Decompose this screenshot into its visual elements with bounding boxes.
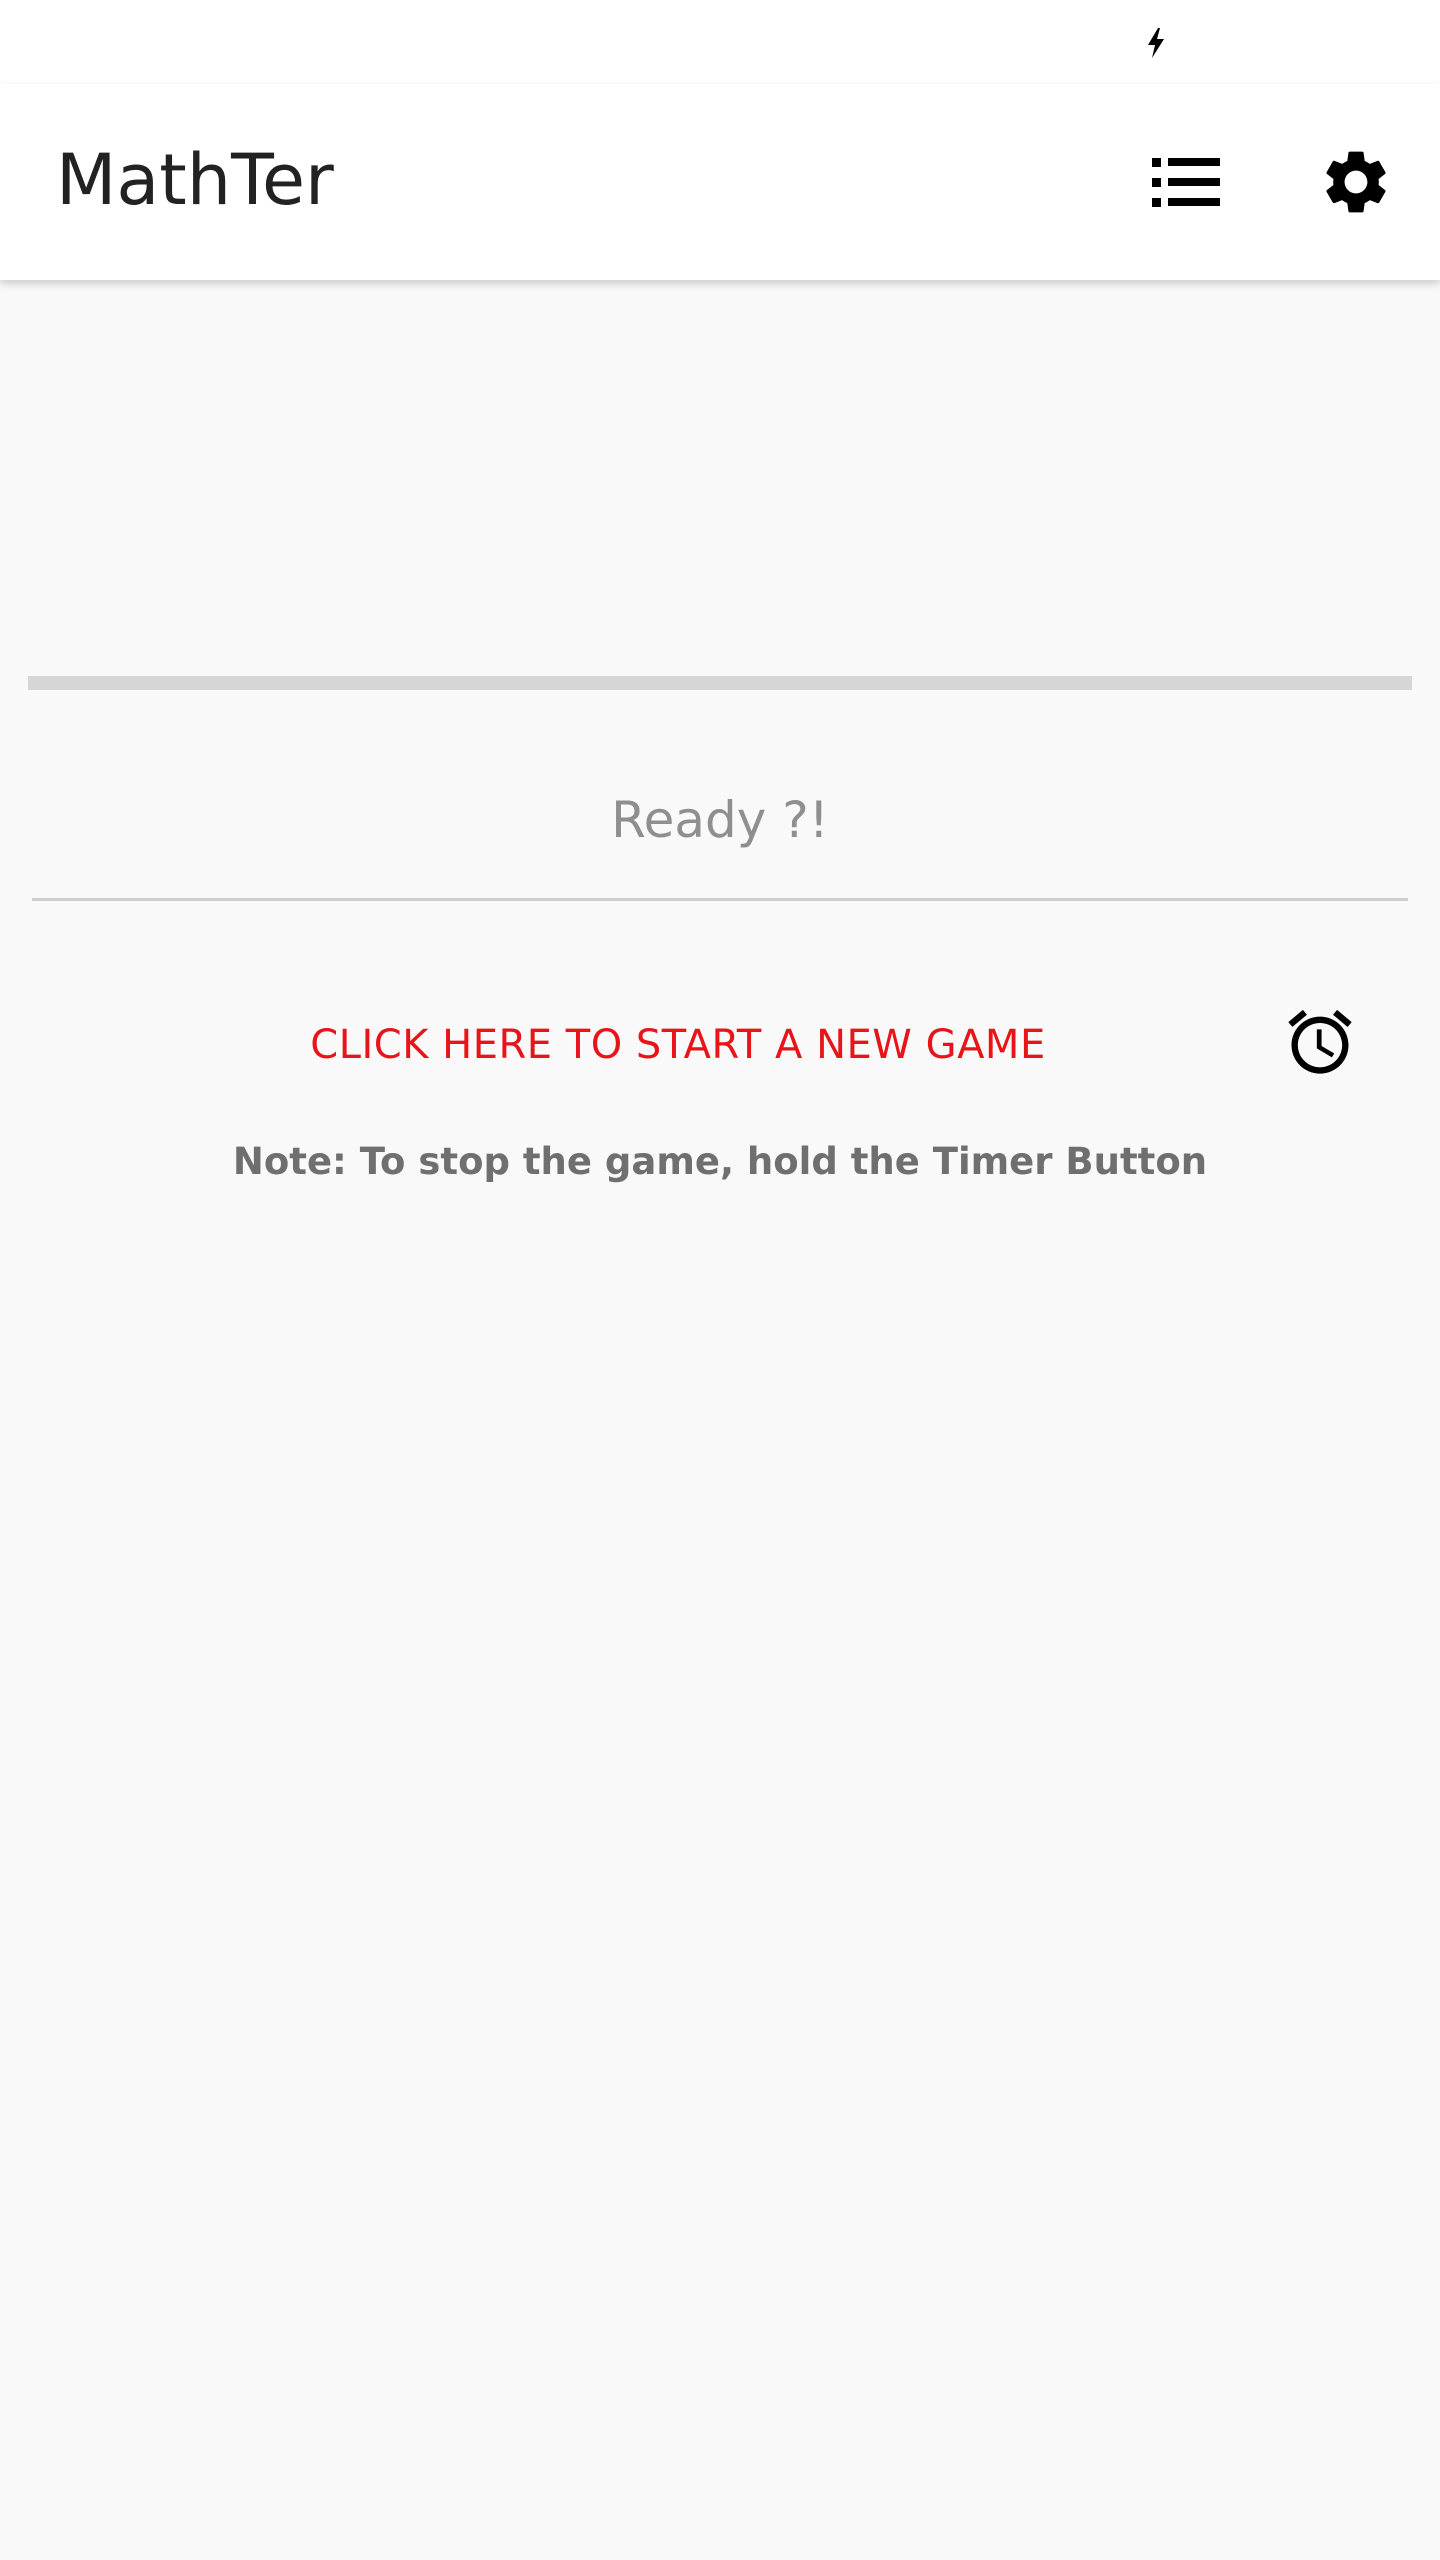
start-game-button[interactable]: CLICK HERE TO START A NEW GAME [120,990,1236,1100]
question-display: Ready ?! [611,791,829,849]
game-progress-bar [28,676,1412,690]
settings-button[interactable] [1300,126,1412,238]
gear-icon [1326,151,1386,213]
status-bar [0,0,1440,84]
answer-field-underline [32,898,1408,901]
start-game-label: CLICK HERE TO START A NEW GAME [310,1022,1046,1068]
alarm-clock-icon [1288,1009,1352,1074]
list-button[interactable] [1130,126,1242,238]
timer-button[interactable] [1260,982,1380,1102]
stop-game-note: Note: To stop the game, hold the Timer B… [232,1140,1208,1183]
charging-bolt-icon [1148,28,1164,58]
app-bar: MathTer [0,84,1440,280]
format-list-icon [1152,158,1220,207]
app-title: MathTer [56,139,334,221]
game-screen [0,280,1440,2560]
